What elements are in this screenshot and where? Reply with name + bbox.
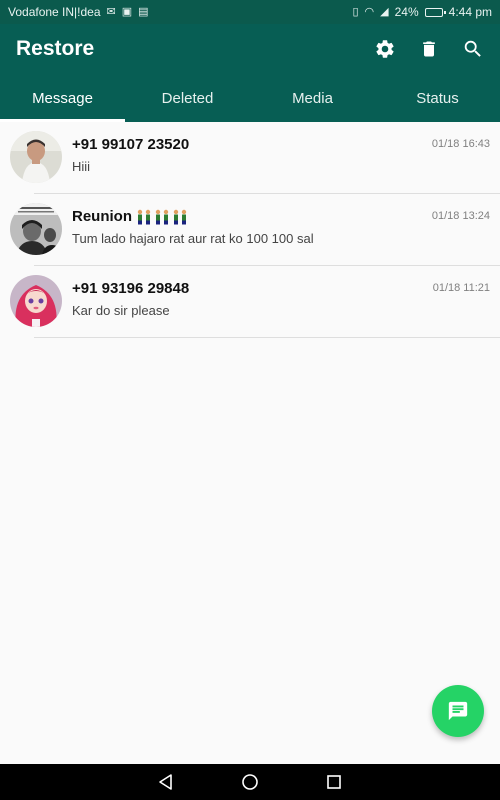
conversation-list: +91 99107 23520 01/18 16:43 Hiii Reunion… xyxy=(0,122,500,338)
mail-notification-icon: ✉ xyxy=(106,5,116,18)
back-triangle-icon xyxy=(159,774,172,790)
list-item-body: +91 99107 23520 01/18 16:43 Hiii xyxy=(72,130,490,174)
gear-icon xyxy=(376,40,394,58)
home-button[interactable] xyxy=(238,770,262,794)
system-nav-bar xyxy=(0,764,500,800)
doll-photo-avatar xyxy=(10,275,62,327)
image-notification-icon: ▣ xyxy=(121,5,133,18)
home-circle-icon xyxy=(242,774,258,790)
timestamp: 01/18 13:24 xyxy=(431,210,490,222)
contact-name-wrapper: Reunion xyxy=(72,208,188,225)
people-emoji-group xyxy=(136,209,188,225)
status-left: Vodafone IN|!dea ✉ ▣ ▤ xyxy=(8,5,149,19)
avatar xyxy=(10,131,62,183)
tab-media[interactable]: Media xyxy=(250,74,375,122)
tab-deleted[interactable]: Deleted xyxy=(125,74,250,122)
app-bar: Restore xyxy=(0,24,500,74)
contact-name: Reunion xyxy=(72,208,132,225)
recents-button[interactable] xyxy=(322,770,346,794)
people-holding-hands-icon xyxy=(137,209,187,224)
search-button[interactable] xyxy=(462,38,484,60)
list-item-header: Reunion 01/18 13:24 xyxy=(72,208,490,225)
tab-label: Media xyxy=(292,89,333,107)
list-item[interactable]: Reunion 01/18 13:24 Tum lado hajaro rat … xyxy=(0,194,500,266)
app-title: Restore xyxy=(16,37,95,60)
tab-bar: Message Deleted Media Status xyxy=(0,74,500,122)
carrier-label: Vodafone IN|!dea xyxy=(8,5,101,19)
message-preview: Hiii xyxy=(72,159,91,174)
message-preview: Kar do sir please xyxy=(72,303,170,318)
list-item-body: Reunion 01/18 13:24 Tum lado hajaro rat … xyxy=(72,202,490,246)
delete-button[interactable] xyxy=(418,38,440,60)
app-actions xyxy=(374,38,484,60)
avatar xyxy=(10,275,62,327)
child-photo-avatar xyxy=(10,131,62,183)
contact-name: +91 93196 29848 xyxy=(72,280,190,297)
battery-percent: 24% xyxy=(394,5,419,19)
list-item[interactable]: +91 99107 23520 01/18 16:43 Hiii xyxy=(0,122,500,194)
battery-icon xyxy=(424,7,446,17)
wifi-icon: ◠ xyxy=(364,5,375,18)
status-right: ▯ ◠ ◢ 24% 4:44 pm xyxy=(352,5,492,19)
avatar xyxy=(10,203,62,255)
tab-label: Status xyxy=(416,89,459,107)
back-button[interactable] xyxy=(154,770,178,794)
message-notification-icon: ▤ xyxy=(138,5,149,18)
status-bar: Vodafone IN|!dea ✉ ▣ ▤ ▯ ◠ ◢ 24% 4:44 pm xyxy=(0,0,500,24)
signal-icon: ◢ xyxy=(380,5,389,18)
search-icon xyxy=(464,40,481,57)
timestamp: 01/18 16:43 xyxy=(431,138,490,150)
new-chat-fab[interactable] xyxy=(432,685,484,737)
list-item-header: +91 93196 29848 01/18 11:21 xyxy=(72,280,490,297)
tab-message[interactable]: Message xyxy=(0,74,125,122)
vibrate-icon: ▯ xyxy=(352,5,359,18)
list-item-header: +91 99107 23520 01/18 16:43 xyxy=(72,136,490,153)
timestamp: 01/18 11:21 xyxy=(432,282,490,294)
recents-square-icon xyxy=(327,775,341,789)
contact-name: +91 99107 23520 xyxy=(72,136,190,153)
list-item[interactable]: +91 93196 29848 01/18 11:21 Kar do sir p… xyxy=(0,266,500,338)
message-icon xyxy=(448,701,468,721)
trash-icon xyxy=(423,41,435,57)
tab-label: Deleted xyxy=(161,89,214,107)
list-item-body: +91 93196 29848 01/18 11:21 Kar do sir p… xyxy=(72,274,490,318)
group-photo-avatar xyxy=(10,203,62,255)
tab-label: Message xyxy=(32,89,93,107)
message-preview: Tum lado hajaro rat aur rat ko 100 100 s… xyxy=(72,231,314,246)
tab-status[interactable]: Status xyxy=(375,74,500,122)
clock: 4:44 pm xyxy=(448,5,492,19)
settings-button[interactable] xyxy=(374,38,396,60)
